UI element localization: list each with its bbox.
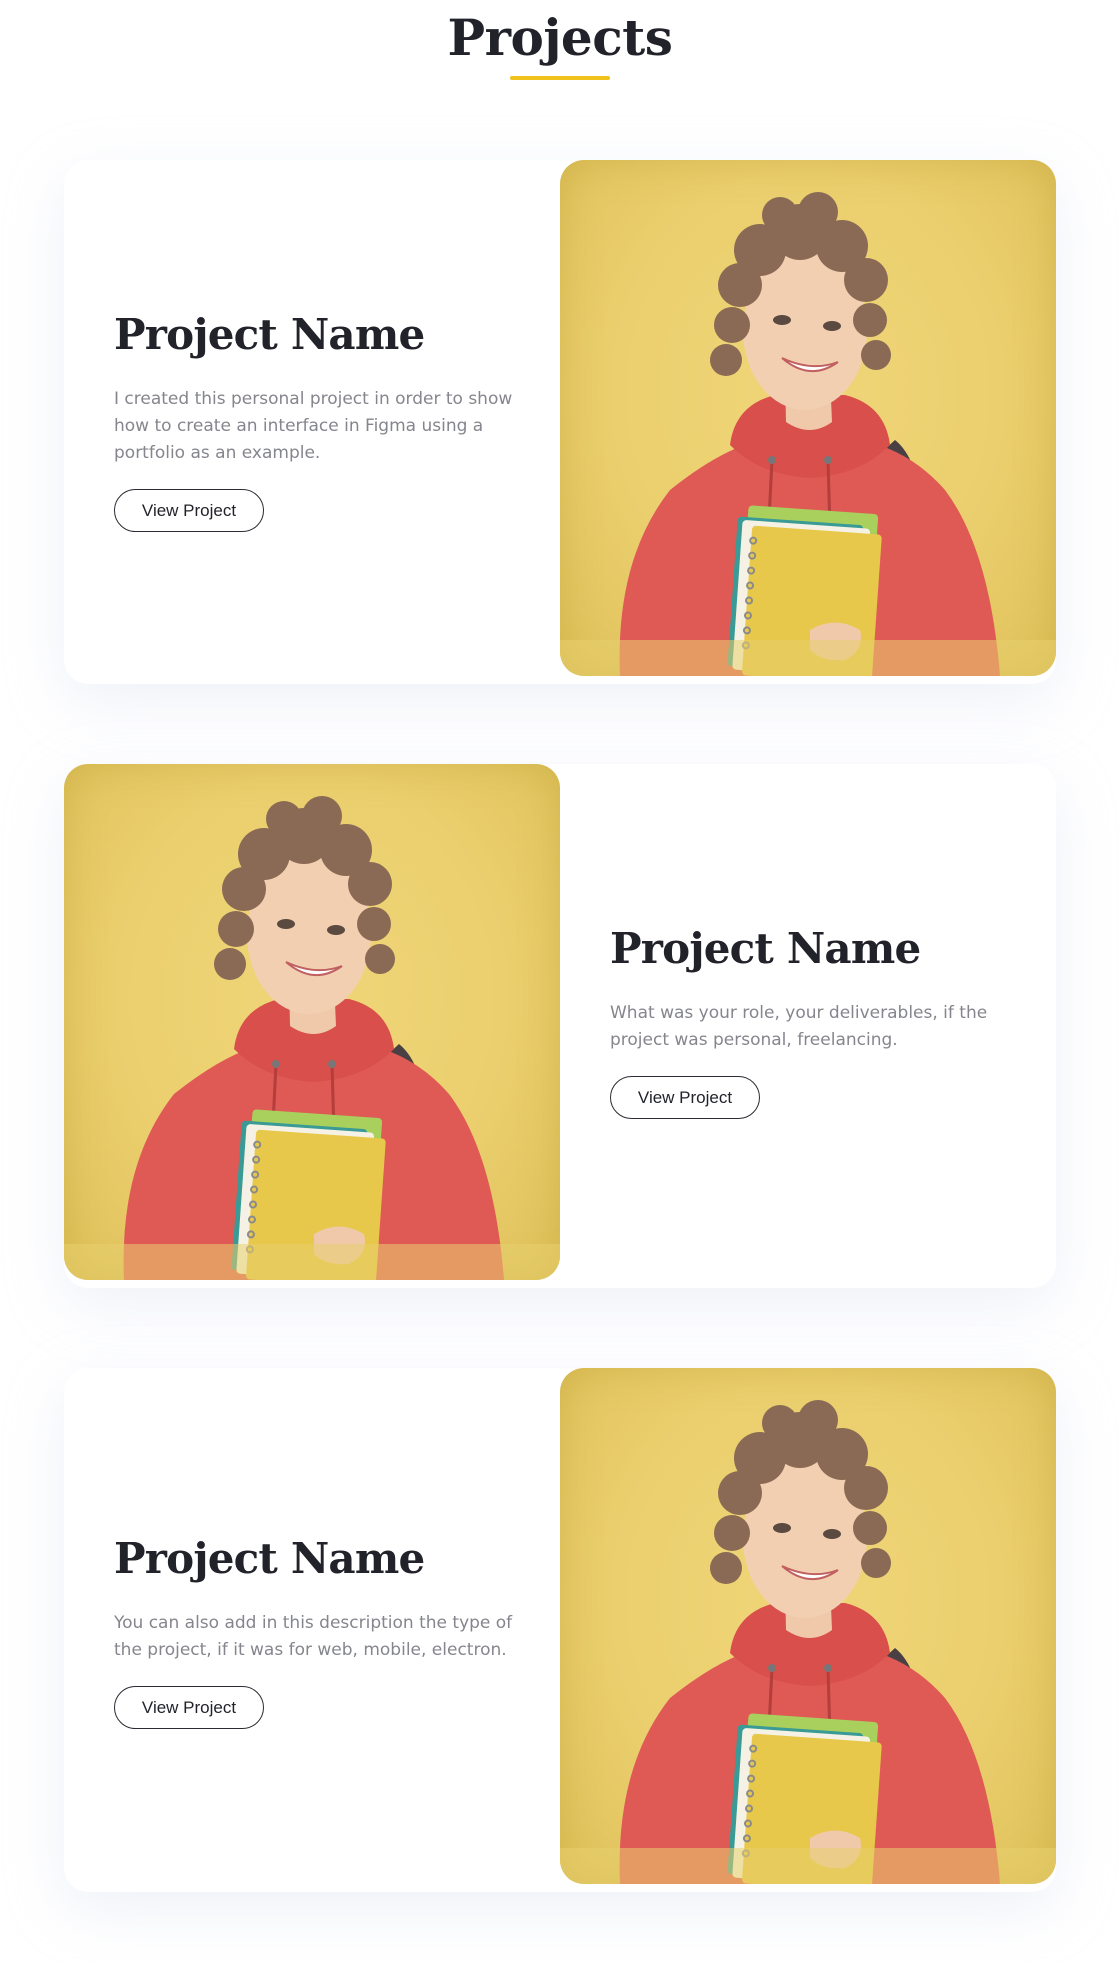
- project-card: Project Name What was your role, your de…: [64, 764, 1056, 1288]
- view-project-button[interactable]: View Project: [114, 1686, 264, 1730]
- project-card: Project Name You can also add in this de…: [64, 1368, 1056, 1892]
- view-project-button[interactable]: View Project: [610, 1076, 760, 1120]
- section-title: Projects: [447, 8, 673, 67]
- project-description: I created this personal project in order…: [114, 389, 513, 464]
- title-underline: [510, 76, 610, 80]
- student-illustration: [560, 1398, 1056, 1884]
- project-name: Project Name: [114, 310, 425, 359]
- project-text: Project Name What was your role, your de…: [610, 924, 1030, 1120]
- project-card: Project Name I created this personal pro…: [64, 160, 1056, 684]
- project-image[interactable]: [560, 1368, 1056, 1884]
- project-description: What was your role, your deliverables, i…: [610, 1003, 988, 1051]
- project-name: Project Name: [114, 1534, 425, 1583]
- project-text: Project Name I created this personal pro…: [114, 310, 534, 533]
- projects-page: Projects Project Name I created this per…: [0, 0, 1120, 1962]
- view-project-button[interactable]: View Project: [114, 489, 264, 533]
- student-illustration: [64, 794, 560, 1280]
- project-name: Project Name: [610, 924, 921, 973]
- project-image[interactable]: [64, 764, 560, 1280]
- project-text: Project Name You can also add in this de…: [114, 1534, 534, 1730]
- project-description: You can also add in this description the…: [114, 1613, 513, 1661]
- project-image[interactable]: [560, 160, 1056, 676]
- student-illustration: [560, 190, 1056, 676]
